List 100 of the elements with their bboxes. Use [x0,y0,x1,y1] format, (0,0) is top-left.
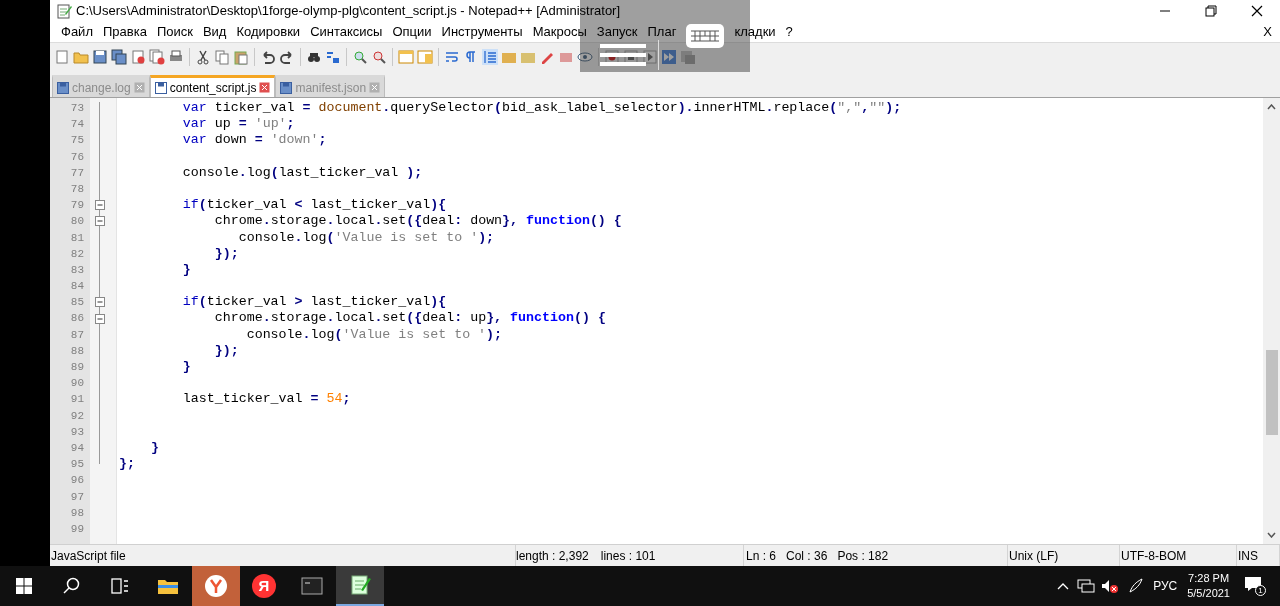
close-file-icon[interactable] [130,48,146,65]
play-icon[interactable] [642,48,658,65]
file-tab[interactable]: content_script.js [149,75,276,97]
notepad-button[interactable] [336,566,384,606]
menu-item[interactable]: Вид [197,22,232,42]
line-number: 85 [69,295,85,311]
line-number: 86 [69,311,85,327]
scroll-up-icon[interactable] [1267,104,1276,110]
line-number: 74 [69,117,85,133]
pen-icon[interactable] [1127,577,1146,595]
line-number: 90 [69,376,85,392]
menu-item[interactable]: Файл [56,22,98,42]
close-all-icon[interactable] [149,48,165,65]
close-icon[interactable] [133,82,145,93]
code-line: }); [213,342,239,358]
zoom-in-icon[interactable] [352,48,368,65]
code-line: chrome.storage.local.set({deal: down}, function() { [213,213,622,229]
line-number: 94 [69,440,85,456]
windows-logo-icon [16,578,32,594]
code-line: } [181,261,191,277]
menu-item[interactable]: Плаг [642,22,682,42]
line-number: 98 [69,505,85,521]
indent-guide-icon[interactable] [482,48,498,65]
menu-item[interactable]: Инструменты [436,22,528,42]
line-number: 88 [69,343,85,359]
menu-item[interactable]: Макросы [527,22,592,42]
code-line: }; [119,456,135,472]
fold-toggle-icon[interactable] [95,313,105,324]
keyboard-icon[interactable] [685,23,726,49]
code-line: }); [213,245,239,261]
line-number: 78 [69,181,85,197]
volume-muted-icon[interactable] [1101,578,1120,594]
chevron-up-icon[interactable] [1057,582,1070,590]
line-number: 73 [69,101,85,116]
menu-item[interactable]: Кодировки [231,22,306,42]
menu-item[interactable]: Синтаксисы [305,22,388,42]
code-line: console.log(last_ticker_val ); [181,164,423,180]
scroll-down-icon[interactable] [1267,532,1276,538]
search-icon [63,577,81,595]
line-number: 79 [69,198,85,214]
line-number: 83 [69,262,85,278]
line-number: 76 [69,149,85,165]
cut-icon[interactable] [195,48,211,65]
save-icon[interactable] [92,48,108,65]
clock-date[interactable]: 5/5/2021 [1187,586,1230,601]
code-line: var ticker_val = document.querySelector(bid_ask_label_selector).innerHTML.replace(",",""); [181,100,902,115]
line-number: 89 [69,360,85,375]
notification-icon[interactable] [1244,576,1262,592]
position-label: Pos : 182 [837,547,889,565]
yandex-button[interactable]: Я [252,574,276,598]
length-label: length : 2,392 [516,547,589,565]
code-line: var down = 'down'; [181,132,327,148]
vertical-scrollbar[interactable] [1263,98,1280,544]
line-number: 77 [69,165,85,181]
column-position-label: Col : 36 [786,547,828,565]
menu-item[interactable]: Поиск [151,22,198,42]
line-number: 84 [69,279,85,295]
close-icon[interactable] [369,82,381,93]
line-number: 91 [69,392,85,408]
notification-badge: 1 [1255,585,1266,596]
line-number: 99 [69,521,85,537]
close-document-button[interactable]: X [1263,22,1280,42]
line-number: 75 [69,133,85,149]
task-view-icon [111,578,129,594]
line-number: 93 [69,424,85,440]
line-number: 97 [69,489,85,505]
close-icon[interactable] [259,82,271,93]
code-line: if(ticker_val > last_ticker_val){ [181,294,447,310]
window-title: C:\Users\Administrator\Desktop\1forge-olymp-plg\content_script.js - Notepad++ [Administrator] [76,2,621,21]
fold-toggle-icon[interactable] [95,297,105,308]
menu-item[interactable]: кладки [729,22,781,42]
line-number: 96 [69,473,85,489]
line-number: 82 [69,246,85,262]
code-line: last_ticker_val = 54; [181,391,351,407]
network-icon[interactable] [1077,578,1096,594]
code-line: console.log('Value is set to '); [245,326,503,342]
browser-button[interactable] [192,566,240,606]
menu-icon[interactable] [600,44,646,66]
line-number: 81 [69,230,85,246]
scrollbar-thumb[interactable] [1265,350,1278,435]
lines-label: lines : 101 [600,547,656,565]
clock-time[interactable]: 7:28 PM [1188,571,1230,586]
save-all-icon[interactable] [111,48,127,65]
line-number: 95 [69,457,85,473]
redo-icon[interactable] [279,48,295,65]
menu-item[interactable]: Опции [387,22,437,42]
code-line: var up = 'up'; [181,116,295,132]
code-line: if(ticker_val < last_ticker_val){ [181,197,447,213]
paste-icon[interactable] [233,48,249,65]
language-indicator[interactable]: РУС [1153,577,1178,595]
menu-item[interactable]: Запуск [591,22,643,42]
menu-item[interactable]: ? [780,22,798,42]
code-line: chrome.storage.local.set({deal: up}, function() { [213,310,606,326]
code-line: } [149,439,159,455]
fold-toggle-icon[interactable] [95,216,105,227]
undo-icon[interactable] [260,48,276,65]
fold-toggle-icon[interactable] [95,200,105,211]
menu-item[interactable]: Правка [97,22,152,42]
zoom-out-icon[interactable] [371,48,387,65]
line-number: 87 [69,327,85,343]
